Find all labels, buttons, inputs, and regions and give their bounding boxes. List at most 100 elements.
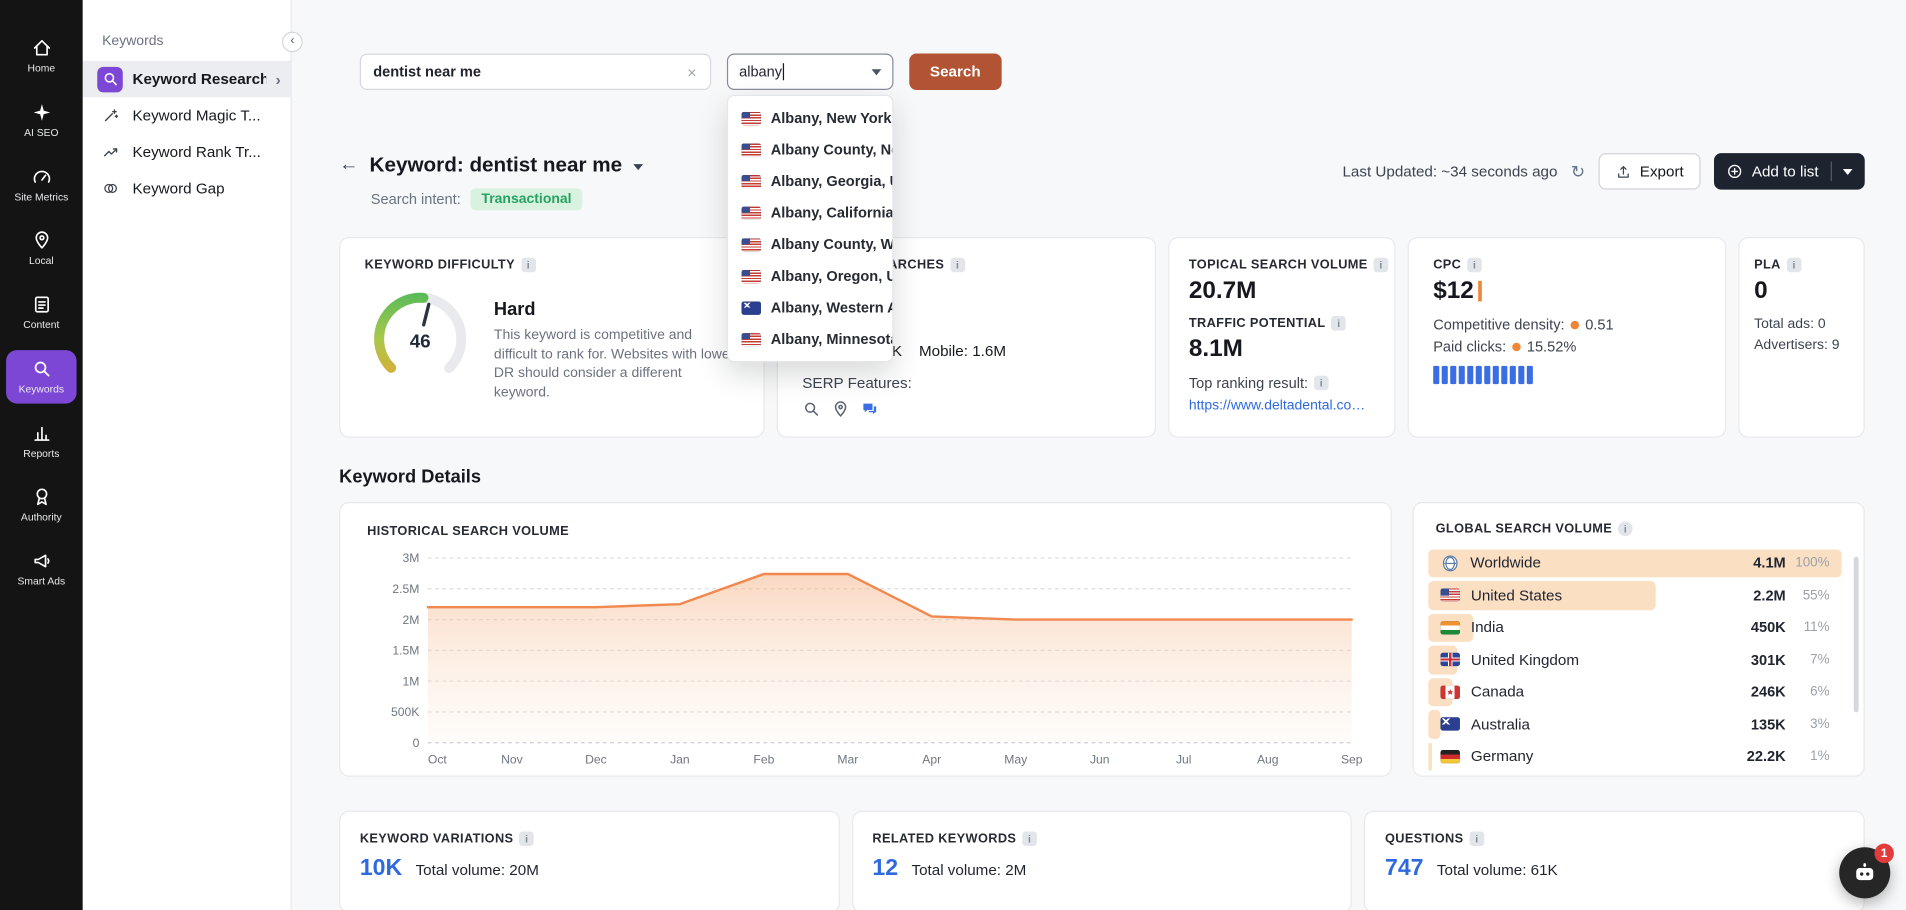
info-icon[interactable] [1786,257,1802,273]
summary-total-volume: Total volume: 61K [1436,861,1558,879]
location-option[interactable]: Albany County, Ne [728,134,892,166]
summary-total-volume: Total volume: 20M [415,861,539,879]
search-button[interactable]: Search [909,53,1002,90]
add-to-list-button[interactable]: Add to list [1714,153,1865,190]
location-option[interactable]: Albany, New York, [728,102,892,134]
chart-title: HISTORICAL SEARCH VOLUME [367,523,569,539]
country-name: Germany [1470,747,1534,765]
rail-item-home[interactable]: Home [6,29,77,82]
clear-keyword-icon[interactable] [686,63,698,81]
chevron-down-icon[interactable] [871,68,882,75]
chat-launcher[interactable]: 1 [1839,843,1894,899]
rail-item-smart-ads[interactable]: Smart Ads [6,542,77,595]
card-title-text: TRAFFIC POTENTIAL [1188,316,1326,331]
info-icon[interactable] [1314,375,1329,391]
country-name: Canada [1470,683,1525,701]
pla-value: 0 [1754,277,1768,304]
info-icon[interactable] [521,257,536,273]
difficulty-description: This keyword is competitive and difficul… [493,328,735,400]
magic-wand-icon [97,103,123,129]
top-result-label: Top ranking result: [1188,374,1309,392]
sidebar-item-keyword-gap[interactable]: Keyword Gap [83,170,291,206]
info-icon[interactable] [1469,831,1485,847]
text-cursor [783,63,785,81]
svg-text:Feb: Feb [753,752,774,766]
rail-item-label: Authority [20,510,62,524]
rail-item-ai-seo[interactable]: AI SEO [6,93,77,146]
difficulty-score: 46 [410,331,431,352]
rail-item-local[interactable]: Local [6,222,77,275]
sidebar-section-title: Keywords [102,34,164,49]
collapse-sidebar-button[interactable] [282,31,303,53]
country-name: Worldwide [1470,554,1541,572]
serp-search-icon [802,400,820,424]
summary-title-text: RELATED KEYWORDS [872,831,1017,847]
country-row-australia: Australia 135K 3% [1428,708,1841,740]
details-row: HISTORICAL SEARCH VOLUME 0 500K 1M 1.5M 2M 2.… [339,502,1865,777]
summary-card-questions[interactable]: QUESTIONS 747 Total volume: 61K [1364,810,1865,910]
paid-clicks-bar [1526,365,1533,385]
country-share: 6% [1810,684,1830,700]
sidebar-item-label: Keyword Research [132,70,266,88]
svg-text:Aug: Aug [1257,752,1279,766]
rail-item-content[interactable]: Content [6,286,77,339]
sidebar-item-label: Keyword Gap [132,179,225,197]
svg-text:3M: 3M [403,551,420,565]
info-icon[interactable] [950,257,965,273]
summary-card-related-keywords[interactable]: RELATED KEYWORDS 12 Total volume: 2M [851,810,1353,910]
summary-title-text: QUESTIONS [1384,831,1464,847]
scrollbar[interactable] [1853,556,1859,713]
keyword-input[interactable] [373,63,687,81]
chevron-down-icon[interactable] [1842,168,1853,175]
location-option[interactable]: Albany, California, [728,197,892,229]
rail-item-label: Reports [23,446,60,460]
rail-item-authority[interactable]: Authority [6,478,77,531]
location-option-label: Albany, New York, [770,109,893,127]
top-result-link[interactable]: https://www.deltadental.com... [1189,399,1371,414]
location-input[interactable]: albany [726,53,894,90]
title-chevron-icon[interactable] [633,163,643,170]
flag-in-icon [1440,620,1460,635]
flag-us-icon [741,111,761,125]
location-option[interactable]: Albany, Oregon, U [728,260,892,292]
info-icon[interactable] [1373,257,1389,273]
location-option[interactable]: Albany, Minnesota [728,323,892,355]
rail-item-keywords[interactable]: Keywords [6,349,77,404]
summary-title-text: KEYWORD VARIATIONS [359,831,514,847]
chat-robot-icon [1850,858,1879,887]
info-icon[interactable] [519,831,535,847]
rail-item-reports[interactable]: Reports [6,414,77,467]
card-title-text: TOPICAL SEARCH VOLUME [1188,257,1368,273]
flag-world-icon [1442,555,1458,571]
location-option[interactable]: Albany, Georgia, U [728,165,892,197]
rail-item-label: Keywords [18,382,65,395]
refresh-icon[interactable] [1571,161,1585,182]
summary-count: 747 [1384,855,1424,882]
sidebar-item-keyword-research[interactable]: Keyword Research [82,60,291,98]
back-arrow-icon[interactable] [339,156,358,175]
info-icon[interactable] [1331,316,1347,331]
info-icon[interactable] [1618,521,1633,537]
summary-card-title: QUESTIONS [1384,831,1844,847]
summary-values: 10K Total volume: 20M [360,856,819,883]
competitive-density-label: Competitive density: [1433,316,1565,334]
info-icon[interactable] [1022,831,1037,847]
country-row-united-states: United States 2.2M 55% [1428,579,1841,611]
paid-clicks-bar [1467,365,1473,385]
location-option[interactable]: Albany County, W [728,229,892,261]
location-option[interactable]: Albany, Western A [728,292,892,324]
historical-search-volume-chart: 0 500K 1M 1.5M 2M 2.5M 3M Oct Nov Dec Jan Feb Mar Apr… [391,551,1363,766]
keyword-input-wrap [359,53,712,90]
summary-card-keyword-variations[interactable]: KEYWORD VARIATIONS 10K Total volume: 20M [339,810,840,910]
sidebar-item-keyword-rank-tr[interactable]: Keyword Rank Tr... [83,134,291,170]
cpc-value: $12 [1433,277,1474,304]
info-icon[interactable] [1467,257,1482,273]
rail-item-site-metrics[interactable]: Site Metrics [6,157,77,210]
volume-bar [1428,709,1441,739]
country-name: Australia [1470,715,1531,733]
home-icon [31,38,52,59]
sidebar-item-keyword-magic-t[interactable]: Keyword Magic T... [83,97,291,133]
ai-seo-icon [31,102,52,123]
export-button[interactable]: Export [1598,153,1701,190]
location-option-label: Albany, Oregon, U [770,267,893,285]
